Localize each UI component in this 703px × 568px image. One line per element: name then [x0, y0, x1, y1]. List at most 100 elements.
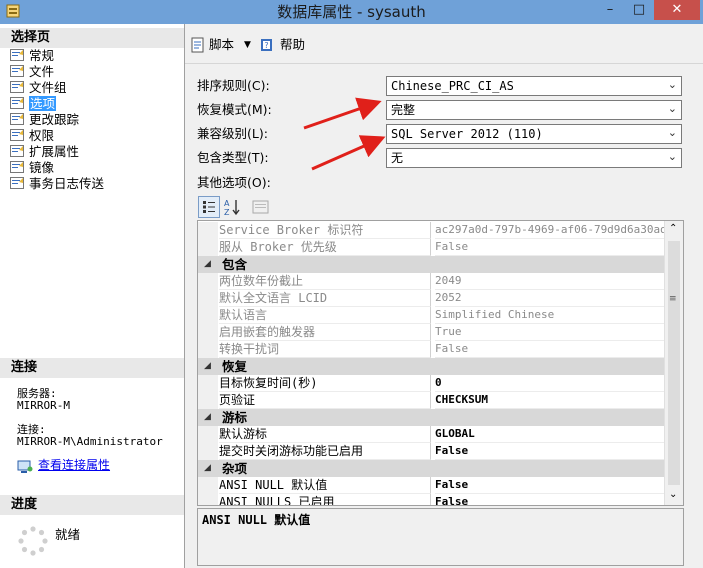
nav-item[interactable]: 常规 — [10, 48, 54, 64]
property-page-icon — [10, 65, 24, 77]
property-pages-icon — [252, 200, 269, 214]
grid-row[interactable]: Service Broker 标识符 ac297a0d-797b-4969-af0… — [198, 222, 666, 239]
close-button[interactable]: ✕ — [654, 0, 700, 20]
compatibility-level-select[interactable]: SQL Server 2012 (110) ⌄ — [386, 124, 682, 144]
recovery-model-select[interactable]: 完整 ⌄ — [386, 100, 682, 120]
nav-item-label: 权限 — [29, 128, 55, 143]
row-gutter — [198, 324, 218, 341]
scroll-down-icon[interactable]: ⌄ — [669, 489, 677, 500]
nav-item-label: 扩展属性 — [29, 144, 80, 159]
nav-item[interactable]: 选项 — [10, 96, 57, 112]
script-dropdown-icon[interactable]: ▼ — [244, 36, 251, 54]
nav-item[interactable]: 权限 — [10, 128, 54, 144]
script-button[interactable]: 脚本 — [209, 36, 234, 54]
grid-category[interactable]: ◢ 恢复 — [198, 358, 666, 375]
collapse-icon[interactable]: ◢ — [204, 409, 211, 426]
collapse-icon[interactable]: ◢ — [204, 460, 211, 477]
grid-category[interactable]: ◢ 杂项 — [198, 460, 666, 477]
nav-item[interactable]: 扩展属性 — [10, 144, 79, 160]
grid-row[interactable]: 页验证 CHECKSUM — [198, 392, 666, 409]
grid-category-label: 杂项 — [222, 461, 248, 476]
script-icon — [191, 37, 204, 53]
collation-select[interactable]: Chinese_PRC_CI_AS ⌄ — [386, 76, 682, 96]
nav-item-label: 选项 — [29, 96, 57, 111]
grid-category-label: 包含 — [222, 257, 248, 272]
grid-row[interactable]: 启用嵌套的触发器 True — [198, 324, 666, 341]
grid-row[interactable]: 默认游标 GLOBAL — [198, 426, 666, 443]
row-gutter — [198, 426, 218, 443]
property-page-icon — [10, 49, 24, 61]
grid-row[interactable]: 目标恢复时间(秒) 0 — [198, 375, 666, 392]
collapse-icon[interactable]: ◢ — [204, 256, 211, 273]
grid-row[interactable]: 默认全文语言 LCID 2052 — [198, 290, 666, 307]
maximize-button[interactable]: □ — [625, 0, 653, 20]
nav-item[interactable]: 事务日志传送 — [10, 176, 104, 192]
nav-item[interactable]: 镜像 — [10, 160, 54, 176]
grid-row[interactable]: 提交时关闭游标功能已启用 False — [198, 443, 666, 460]
property-name: Service Broker 标识符 — [219, 222, 431, 239]
alphabetical-button[interactable]: A Z — [223, 198, 241, 217]
row-gutter — [198, 273, 218, 290]
recovery-model-value: 完整 — [391, 103, 416, 117]
property-page-icon — [10, 113, 24, 125]
row-gutter — [198, 375, 218, 392]
property-page-icon — [10, 161, 24, 173]
row-gutter — [198, 477, 218, 494]
property-value: False — [435, 341, 665, 358]
scroll-thumb[interactable] — [668, 241, 680, 485]
property-value: True — [435, 324, 665, 341]
property-name: 提交时关闭游标功能已启用 — [219, 443, 431, 460]
grid-row[interactable]: ANSI NULL 默认值 False — [198, 477, 666, 494]
minimize-button[interactable]: – — [596, 0, 624, 20]
property-value[interactable]: CHECKSUM — [435, 392, 665, 409]
row-gutter — [198, 290, 218, 307]
property-name: 默认游标 — [219, 426, 431, 443]
property-name: ANSI NULLS 已启用 — [219, 494, 431, 505]
property-page-icon — [10, 129, 24, 141]
property-name: ANSI NULL 默认值 — [219, 477, 431, 494]
grid-category-label: 游标 — [222, 410, 248, 425]
property-name: 服从 Broker 优先级 — [219, 239, 431, 256]
progress-header: 进度 — [0, 495, 184, 515]
grid-category-label: 恢复 — [222, 359, 248, 374]
property-value[interactable]: GLOBAL — [435, 426, 665, 443]
other-options-label: 其他选项(O): — [197, 175, 271, 190]
nav-item-label: 更改跟踪 — [29, 112, 80, 127]
grid-category[interactable]: ◢ 包含 — [198, 256, 666, 273]
grid-category[interactable]: ◢ 游标 — [198, 409, 666, 426]
nav-item[interactable]: 更改跟踪 — [10, 112, 79, 128]
row-gutter — [198, 341, 218, 358]
view-connection-properties-link[interactable]: 查看连接属性 — [38, 456, 110, 473]
row-gutter — [198, 222, 218, 239]
svg-text:?: ? — [264, 41, 268, 50]
left-pane: 选择页 常规 文件 文件组 选项 更改跟踪 权限 扩展属性 镜像 事务日志传送 连接 服务器: … — [0, 24, 185, 568]
property-value: 2049 — [435, 273, 665, 290]
grid-row[interactable]: 默认语言 Simplified Chinese — [198, 307, 666, 324]
property-name: 默认全文语言 LCID — [219, 290, 431, 307]
property-value: Simplified Chinese — [435, 307, 665, 324]
nav-item[interactable]: 文件组 — [10, 80, 67, 96]
grid-row[interactable]: 两位数年份截止 2049 — [198, 273, 666, 290]
collapse-icon[interactable]: ◢ — [204, 358, 211, 375]
property-value: ac297a0d-797b-4969-af06-79d9d6a30ad3 — [435, 222, 665, 239]
grid-row[interactable]: 转换干扰词 False — [198, 341, 666, 358]
chevron-down-icon: ⌄ — [667, 78, 677, 91]
sort-az-icon: A Z — [224, 199, 240, 217]
containment-type-select[interactable]: 无 ⌄ — [386, 148, 682, 168]
nav-item[interactable]: 文件 — [10, 64, 54, 80]
property-value[interactable]: 0 — [435, 375, 665, 392]
help-button[interactable]: 帮助 — [280, 36, 305, 54]
property-name: 启用嵌套的触发器 — [219, 324, 431, 341]
property-pages-button[interactable] — [252, 199, 270, 215]
grid-scrollbar[interactable]: ⌃ ≡ ⌄ — [664, 221, 683, 505]
categorized-button[interactable] — [198, 196, 220, 218]
grid-row[interactable]: 服从 Broker 优先级 False — [198, 239, 666, 256]
property-name: 目标恢复时间(秒) — [219, 375, 431, 392]
property-grid[interactable]: Service Broker 标识符 ac297a0d-797b-4969-af0… — [197, 220, 684, 506]
property-value[interactable]: False — [435, 477, 665, 494]
property-value[interactable]: False — [435, 443, 665, 460]
property-value[interactable]: False — [435, 494, 665, 505]
row-gutter — [198, 392, 218, 409]
grid-row[interactable]: ANSI NULLS 已启用 False — [198, 494, 666, 505]
scroll-up-icon[interactable]: ⌃ — [669, 223, 677, 234]
